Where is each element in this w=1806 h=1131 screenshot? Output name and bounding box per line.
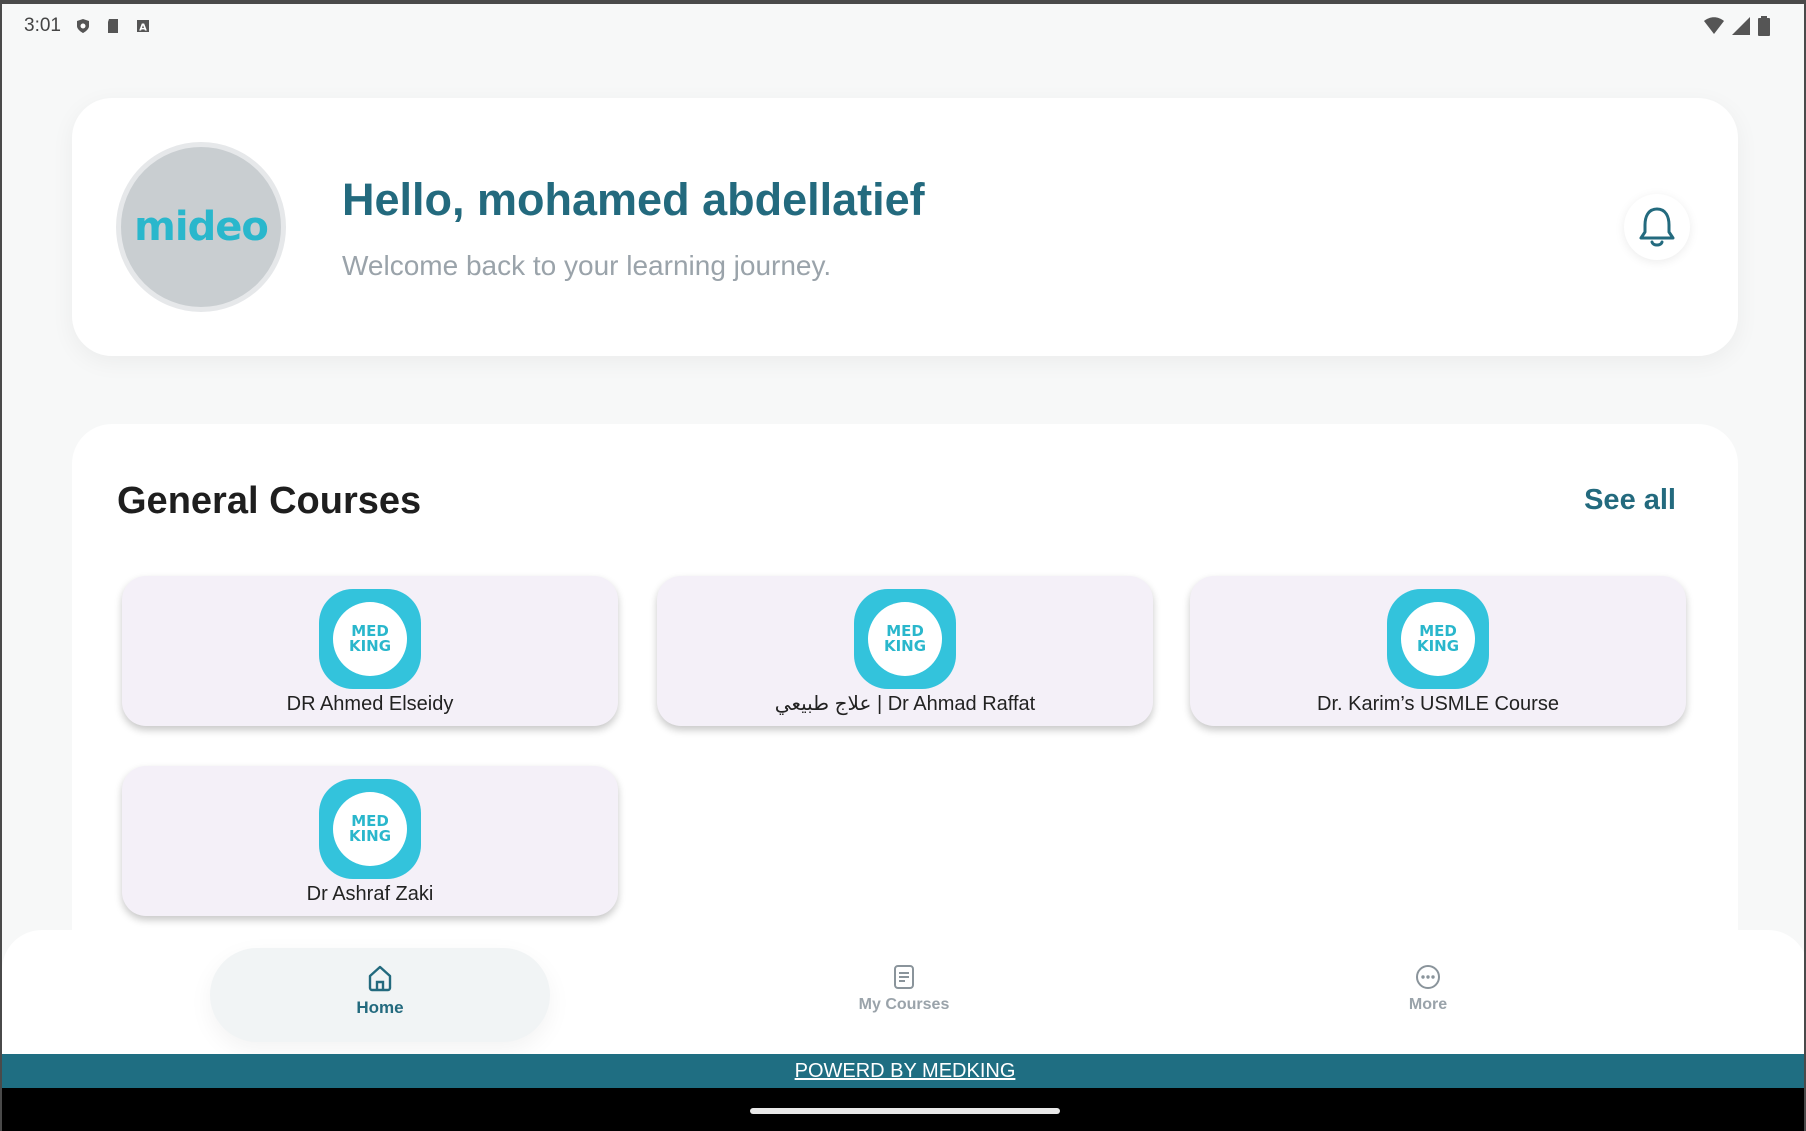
see-all-link[interactable]: See all [1584,484,1676,517]
powered-by-link[interactable]: POWERD BY MEDKING [795,1060,1016,1083]
bottom-navigation: Home My Courses More [2,930,1804,1054]
nav-home-label: Home [356,998,404,1017]
course-name: DR Ahmed Elseidy [286,693,454,715]
section-title: General Courses [117,480,422,522]
svg-text:A: A [139,23,147,34]
shield-icon [76,19,89,33]
medking-logo-icon: MED KING [319,589,421,689]
greeting-title: Hello, mohamed abdellatief [342,174,925,225]
course-name: Dr Ashraf Zaki [306,883,434,905]
status-bar-right [1704,16,1770,36]
signal-icon [1732,17,1750,35]
course-name: علاج طبيعي | Dr Ahmad Raffat [774,693,1036,715]
nav-more[interactable]: More [1328,964,1528,1014]
medking-logo-icon: MED KING [319,779,421,879]
system-gesture-area [2,1088,1804,1131]
avatar-logo-text: mideo [134,204,269,250]
nav-more-label: More [1408,996,1448,1013]
status-bar: 3:01 A [24,14,151,38]
logo-text: MED KING [868,602,942,676]
medking-logo-icon: MED KING [854,589,956,689]
logo-text: MED KING [333,602,407,676]
welcome-subtitle: Welcome back to your learning journey. [342,250,832,281]
course-card[interactable]: MED KING DR Ahmed Elseidy [122,576,618,726]
bell-icon [1639,207,1675,247]
gesture-handle[interactable] [750,1108,1060,1114]
battery-icon [1758,16,1770,36]
avatar[interactable]: mideo [116,142,286,312]
a-icon: A [136,20,149,34]
sd-card-icon [107,19,118,33]
course-card[interactable]: MED KING Dr Ashraf Zaki [122,766,618,916]
home-icon [368,965,392,992]
nav-home[interactable]: Home [280,964,480,1018]
powered-by-footer: POWERD BY MEDKING [2,1054,1804,1088]
more-icon [1416,965,1440,989]
medking-logo-icon: MED KING [1387,589,1489,689]
notifications-button[interactable] [1624,194,1690,260]
document-icon [894,965,914,989]
nav-my-courses-label: My Courses [858,996,950,1013]
app-frame: 3:01 A mideo Hello, mohamed abdellatief … [0,0,1806,1131]
logo-text: MED KING [333,792,407,866]
wifi-icon [1704,17,1724,34]
course-card[interactable]: MED KING علاج طبيعي | Dr Ahmad Raffat [657,576,1153,726]
status-time: 3:01 [24,15,61,36]
logo-text: MED KING [1401,602,1475,676]
course-card[interactable]: MED KING Dr. Karim’s USMLE Course [1190,576,1686,726]
nav-my-courses[interactable]: My Courses [804,964,1004,1014]
course-name: Dr. Karim’s USMLE Course [1317,693,1559,715]
header-card: mideo Hello, mohamed abdellatief Welcome… [72,98,1738,356]
